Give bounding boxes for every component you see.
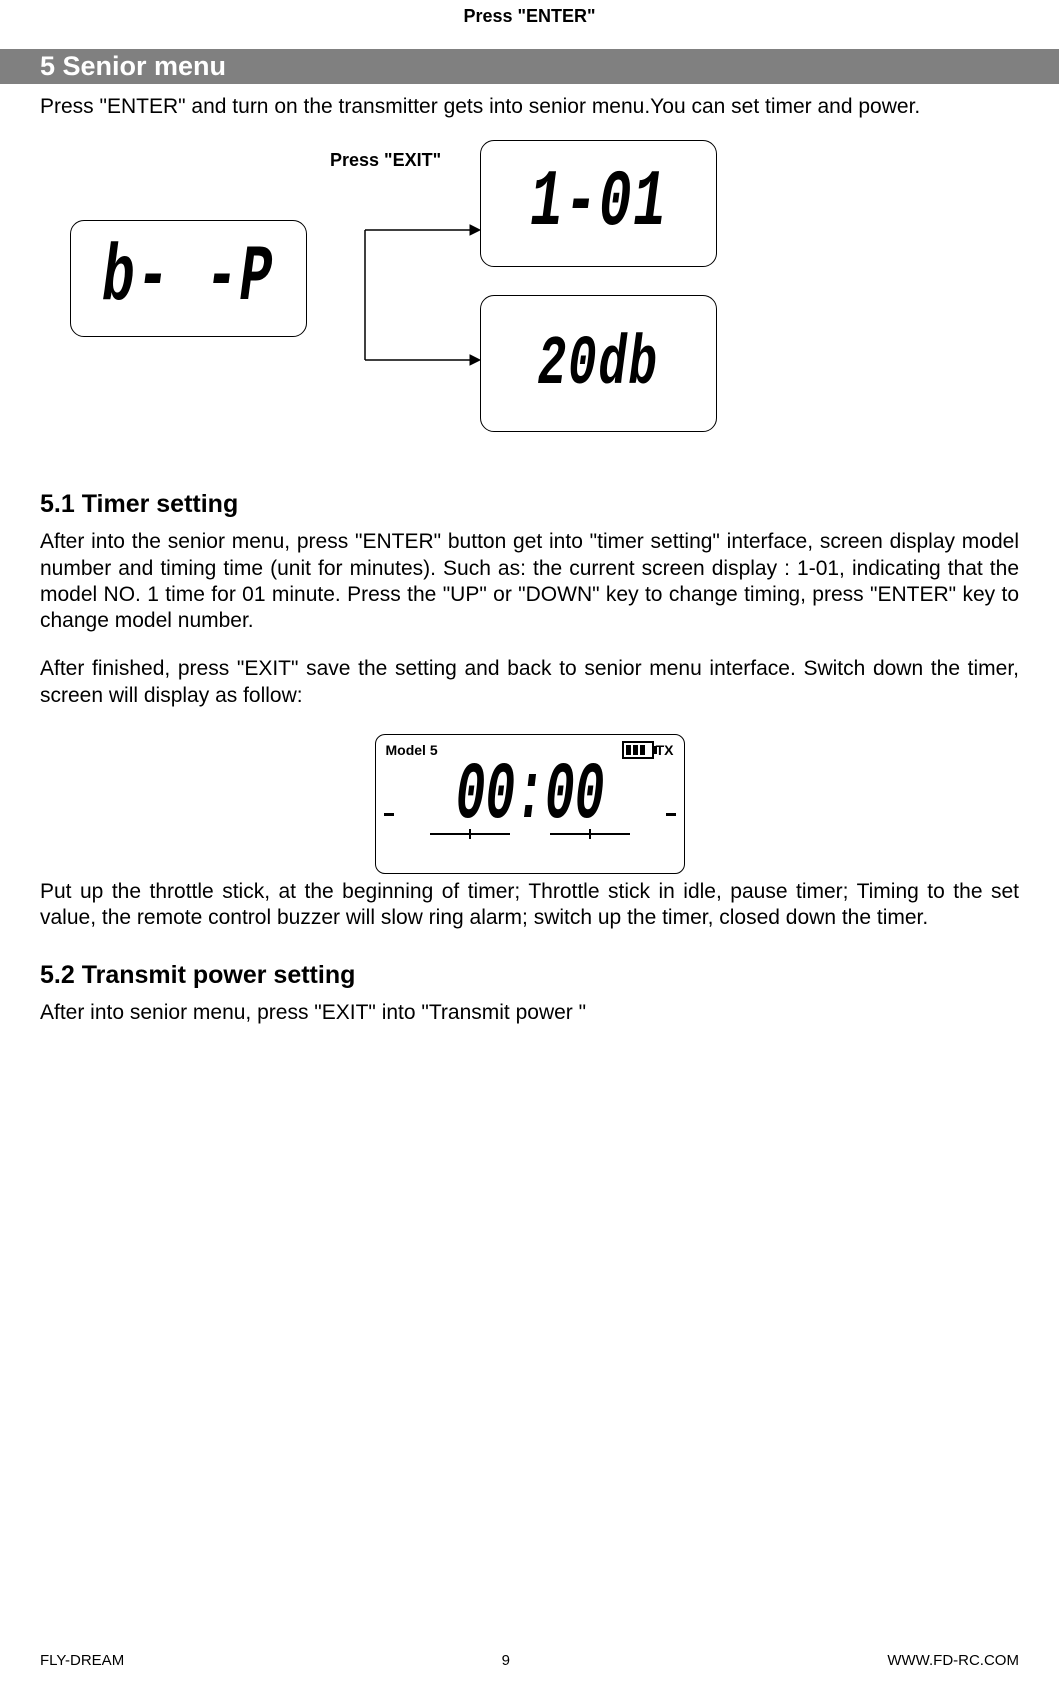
footer-page-number: 9: [502, 1652, 510, 1669]
section-5-2-heading: 5.2 Transmit power setting: [40, 961, 1019, 990]
footer-right: WWW.FD-RC.COM: [887, 1652, 1019, 1669]
section-5-1-p3: Put up the throttle stick, at the beginn…: [40, 879, 1019, 932]
lcd-value-bp: b- -P: [103, 234, 275, 324]
lcd-screen-timer: 1-01: [480, 140, 717, 267]
arrow-to-power-icon: [305, 265, 485, 385]
section-5-title: 5 Senior menu: [0, 49, 1059, 84]
lcd-value-power: 20db: [538, 324, 659, 404]
section-5-1-p1: After into the senior menu, press "ENTER…: [40, 529, 1019, 634]
tx-label: TX: [656, 742, 674, 758]
top-caption: Press "ENTER": [40, 0, 1019, 27]
timer-digits: 00:00: [414, 755, 644, 836]
section-5-1-p2: After finished, press "EXIT" save the se…: [40, 656, 1019, 709]
section-5-intro: Press "ENTER" and turn on the transmitte…: [40, 94, 1019, 120]
press-exit-label: Press "EXIT": [330, 150, 441, 171]
trim-left-icon: [430, 829, 510, 839]
section-5-2-p1: After into senior menu, press "EXIT" int…: [40, 1000, 1019, 1026]
lcd-screen-power: 20db: [480, 295, 717, 432]
trim-right-icon: [550, 829, 630, 839]
lcd-value-timer: 1-01: [530, 159, 667, 249]
right-dash-icon: [666, 813, 676, 816]
footer-left: FLY-DREAM: [40, 1652, 124, 1669]
senior-menu-diagram: Press "EXIT" b- -P 1-01 20db: [40, 140, 1019, 460]
left-dash-icon: [384, 813, 394, 816]
lcd-screen-bp: b- -P: [70, 220, 307, 337]
lcd-screen-timer-display: Model 5 TX 00:00: [375, 734, 685, 874]
section-5-1-heading: 5.1 Timer setting: [40, 490, 1019, 519]
